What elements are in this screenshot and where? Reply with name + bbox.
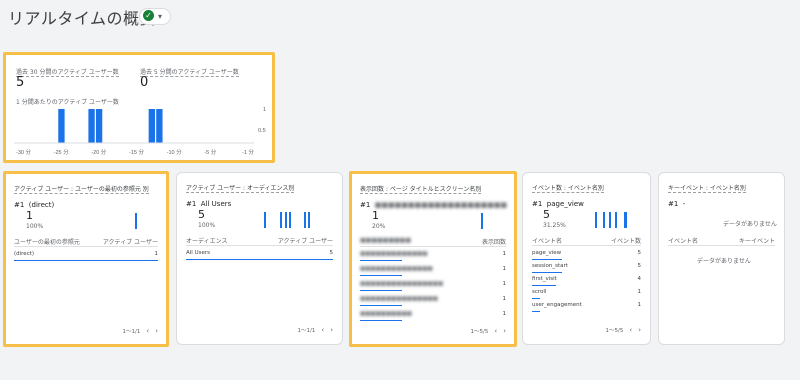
rank-label: #1 — [532, 200, 543, 208]
top-item-value: 5 — [543, 208, 550, 221]
users-30-label: 過去 30 分間のアクティブ ユーザー数 — [16, 69, 119, 77]
x-tick-label: -30 分 — [16, 148, 31, 156]
card-page-views: 表示回数 : ページ タイトルとスクリーン名別 #1 ■■■■■■■■■■■■■… — [349, 171, 517, 347]
users-5-label: 過去 5 分間のアクティブ ユーザー数 — [140, 69, 239, 77]
card-title: 表示回数 : ページ タイトルとスクリーン名別 — [360, 186, 482, 194]
users-30-value: 5 — [16, 75, 25, 90]
row-value: 5 — [329, 250, 334, 256]
table-row[interactable]: ■■■■■■■■■■■■■ 1 — [360, 251, 506, 262]
chart-bar — [95, 109, 103, 143]
users-5-value: 0 — [140, 75, 149, 90]
rank-label: #1 — [668, 200, 679, 208]
per-minute-chart: 1 0.5 -30 分 -25 分 -20 分 -15 分 -10 分 -5 分 -1 分 — [14, 107, 266, 156]
next-page-icon[interactable]: › — [638, 326, 641, 334]
y-tick-label: 0.5 — [258, 128, 266, 134]
chart-bar — [148, 109, 155, 143]
rank-label: #1 — [186, 200, 197, 208]
top-item-value: 1 — [26, 209, 33, 222]
row-value: 1 — [502, 311, 507, 317]
prev-page-icon[interactable]: ‹ — [146, 327, 149, 335]
rank-label: #1 — [360, 201, 371, 209]
prev-page-icon[interactable]: ‹ — [494, 327, 497, 335]
y-tick-label: 1 — [263, 107, 266, 113]
table-row[interactable]: (direct) 1 — [14, 251, 158, 262]
top-item-name: (direct) — [28, 201, 55, 209]
pagination: 1〜1/1 ‹ › — [122, 327, 158, 335]
pagination: 1〜1/1 ‹ › — [297, 326, 333, 334]
no-data-message: データがありません — [697, 258, 751, 265]
x-tick-label: -15 分 — [129, 148, 144, 156]
table-row[interactable]: All Users 5 — [186, 250, 333, 261]
column-header: イベント数 — [610, 238, 641, 245]
top-item-pct: 100% — [26, 223, 44, 230]
row-value: 1 — [502, 281, 507, 287]
top-item-pct: 31.25% — [543, 222, 566, 229]
next-page-icon[interactable]: › — [155, 327, 158, 335]
table-row[interactable]: ■■■■■■■■■■■■■■■■ 1 — [360, 281, 506, 292]
overview-card: 過去 30 分間のアクティブ ユーザー数 5 過去 5 分間のアクティブ ユーザ… — [3, 52, 275, 163]
table-row[interactable]: session_start 5 — [532, 263, 641, 274]
top-item-name: - — [682, 200, 686, 208]
chart-bar — [156, 109, 163, 143]
table-row[interactable]: first_visit 4 — [532, 276, 641, 287]
row-value: 1 — [502, 251, 507, 257]
card-title: アクティブ ユーザー : ユーザーの最初の参照元 別 — [14, 186, 149, 194]
column-header: イベント名 — [668, 238, 699, 245]
status-badge[interactable]: ✓ ▾ — [139, 8, 171, 25]
column-header: イベント名 — [532, 238, 563, 245]
table-row[interactable]: page_view 5 — [532, 250, 641, 261]
x-tick-label: -1 分 — [242, 148, 254, 156]
table-row[interactable]: user_engagement 1 — [532, 302, 641, 313]
row-value: 1 — [502, 296, 507, 302]
table-row[interactable]: ■■■■■■■■■■ 1 — [360, 311, 506, 322]
x-tick-label: -5 分 — [204, 148, 216, 156]
row-name: All Users — [186, 250, 210, 256]
row-value: 1 — [502, 266, 507, 272]
table-row[interactable]: scroll 1 — [532, 289, 641, 300]
card-audience: アクティブ ユーザー : オーディエンス別 #1 All Users 5 100… — [176, 172, 343, 345]
card-key-events: キーイベント : イベント名別 #1 - データがありません イベント名 キーイ… — [658, 172, 785, 345]
top-item-name-obscured: ■■■■■■■■■■■■■■■■■■■■ — [374, 201, 508, 209]
column-header: アクティブ ユーザー — [102, 239, 158, 246]
top-item-pct: 100% — [198, 222, 216, 229]
row-value: 1 — [154, 251, 159, 257]
x-tick-label: -10 分 — [167, 148, 182, 156]
prev-page-icon[interactable]: ‹ — [629, 326, 632, 334]
top-item-value: 5 — [198, 208, 205, 221]
top-item-name: page_view — [546, 200, 584, 208]
check-icon: ✓ — [143, 10, 154, 21]
column-header: ユーザーの最初の参照元 — [14, 239, 80, 246]
top-item-name: All Users — [200, 200, 232, 208]
prev-page-icon[interactable]: ‹ — [321, 326, 324, 334]
chart-bar — [88, 109, 95, 143]
next-page-icon[interactable]: › — [503, 327, 506, 335]
next-page-icon[interactable]: › — [330, 326, 333, 334]
pagination: 1〜5/5 ‹ › — [605, 326, 641, 334]
rank-label: #1 — [14, 201, 25, 209]
no-data-message: データがありません — [723, 221, 777, 228]
card-title: キーイベント : イベント名別 — [668, 185, 746, 193]
card-events: イベント数 : イベント名別 #1 page_view 5 31.25% イベン… — [522, 172, 651, 345]
column-header: キーイベント — [738, 238, 775, 245]
column-header: アクティブ ユーザー — [277, 238, 333, 245]
chart-bar — [58, 109, 65, 143]
page-title: リアルタイムの概要 — [8, 9, 157, 28]
top-item-pct: 20% — [372, 223, 386, 230]
column-header: オーディエンス — [186, 238, 228, 245]
card-title: イベント数 : イベント名別 — [532, 185, 604, 193]
column-header-obscured: ■■■■■■■■■ — [360, 237, 412, 244]
table-row[interactable]: ■■■■■■■■■■■■■■ 1 — [360, 266, 506, 277]
pagination: 1〜5/5 ‹ › — [470, 327, 506, 335]
column-header: 表示回数 — [481, 239, 506, 246]
top-item-value: 1 — [372, 209, 379, 222]
row-name: (direct) — [14, 251, 35, 257]
table-row[interactable]: ■■■■■■■■■■■■■■■ 1 — [360, 296, 506, 307]
mini-bar — [135, 213, 137, 229]
card-first-source: アクティブ ユーザー : ユーザーの最初の参照元 別 #1 (direct) 1… — [3, 171, 169, 347]
chevron-down-icon: ▾ — [158, 12, 163, 21]
x-tick-label: -20 分 — [91, 148, 106, 156]
card-title: アクティブ ユーザー : オーディエンス別 — [186, 185, 295, 193]
x-tick-label: -25 分 — [54, 148, 69, 156]
